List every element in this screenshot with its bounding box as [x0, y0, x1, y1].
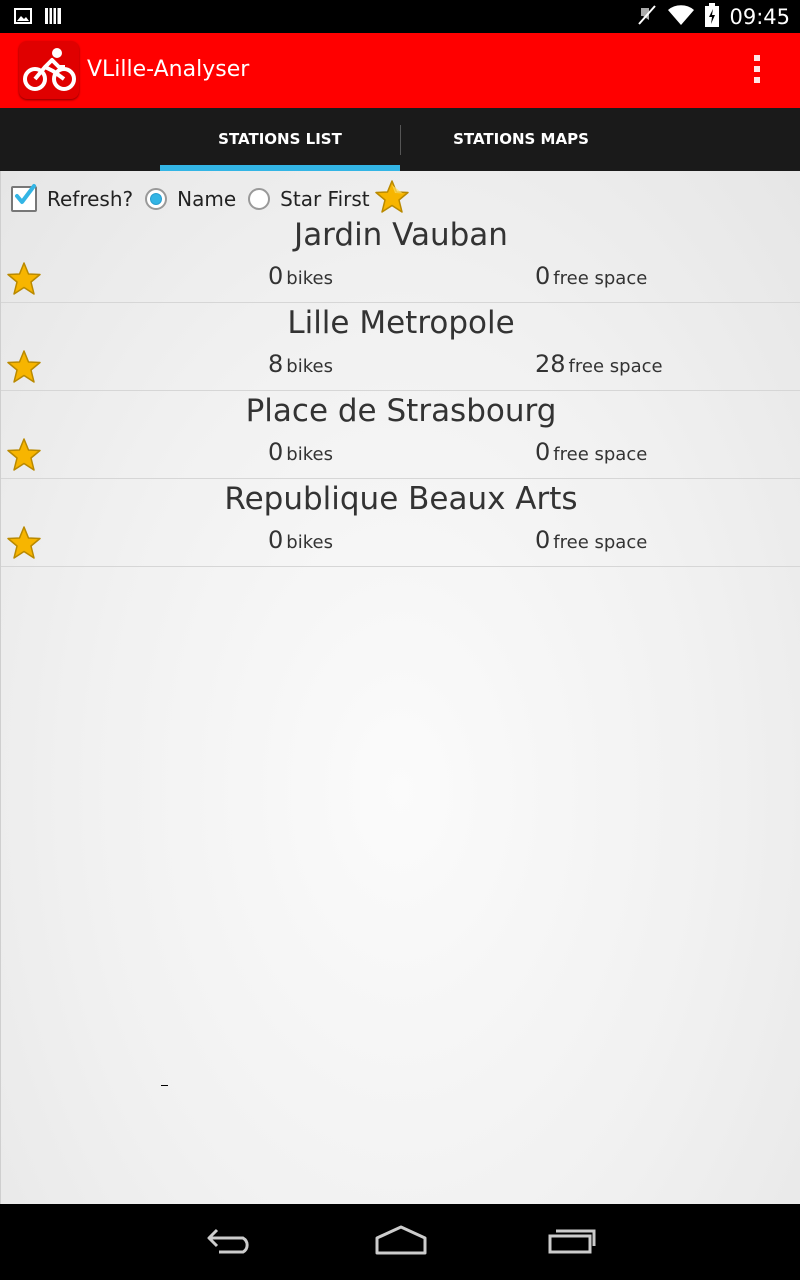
- battery-icon: [705, 3, 720, 31]
- sort-star-first-radio[interactable]: [248, 188, 271, 210]
- free-unit: free space: [553, 444, 648, 465]
- favorite-star-icon[interactable]: [6, 526, 42, 564]
- free-unit: free space: [553, 268, 648, 289]
- bikes-value: 0: [268, 526, 284, 554]
- free-value: 0: [535, 526, 551, 554]
- refresh-label: Refresh?: [47, 187, 134, 211]
- station-row[interactable]: Place de Strasbourg 0 bikes 0 free space: [1, 391, 800, 479]
- free-value: 0: [535, 262, 551, 290]
- barcode-icon: [44, 7, 62, 29]
- action-bar: VLille-Analyser: [0, 33, 800, 108]
- bikes-unit: bikes: [286, 444, 333, 465]
- star-icon: [374, 179, 410, 219]
- free-unit: free space: [553, 532, 648, 553]
- free-value: 0: [535, 438, 551, 466]
- mute-icon: [637, 4, 657, 30]
- free-space-count: 0 free space: [535, 262, 647, 290]
- bikes-count: 0 bikes: [268, 526, 333, 554]
- bikes-unit: bikes: [286, 356, 333, 377]
- bike-icon[interactable]: [19, 41, 79, 99]
- favorite-star-icon[interactable]: [6, 262, 42, 300]
- tab-stations-list[interactable]: STATIONS LIST: [160, 108, 400, 171]
- favorite-star-icon[interactable]: [6, 350, 42, 388]
- wifi-icon: [667, 4, 695, 30]
- sort-name-radio[interactable]: [145, 188, 168, 210]
- home-icon[interactable]: [374, 1224, 428, 1260]
- station-name: Place de Strasbourg: [245, 393, 557, 429]
- sort-name-label: Name: [177, 187, 237, 211]
- navigation-bar: [0, 1204, 800, 1280]
- refresh-checkbox[interactable]: [11, 184, 37, 212]
- image-icon: [14, 8, 32, 28]
- status-bar: 09:45: [0, 0, 800, 33]
- free-space-count: 28 free space: [535, 350, 663, 378]
- free-value: 28: [535, 350, 566, 378]
- clock: 09:45: [729, 5, 790, 29]
- station-name: Lille Metropole: [287, 305, 515, 341]
- station-name: Jardin Vauban: [294, 217, 508, 253]
- bikes-value: 0: [268, 438, 284, 466]
- recents-icon[interactable]: [546, 1224, 598, 1258]
- bikes-unit: bikes: [286, 532, 333, 553]
- tab-bar: STATIONS LIST STATIONS MAPS: [0, 108, 800, 171]
- bikes-count: 8 bikes: [268, 350, 333, 378]
- free-space-count: 0 free space: [535, 526, 647, 554]
- favorite-star-icon[interactable]: [6, 438, 42, 476]
- bikes-value: 0: [268, 262, 284, 290]
- filter-row: Refresh? Name Star First: [11, 179, 410, 219]
- station-row[interactable]: Lille Metropole 8 bikes 28 free space: [1, 303, 800, 391]
- tab-stations-maps[interactable]: STATIONS MAPS: [401, 108, 641, 171]
- free-unit: free space: [568, 356, 663, 377]
- artifact-mark: [161, 1085, 168, 1086]
- bikes-value: 8: [268, 350, 284, 378]
- free-space-count: 0 free space: [535, 438, 647, 466]
- bikes-count: 0 bikes: [268, 262, 333, 290]
- station-row[interactable]: Republique Beaux Arts 0 bikes 0 free space: [1, 479, 800, 567]
- app-title: VLille-Analyser: [87, 57, 250, 82]
- overflow-menu-icon[interactable]: [752, 55, 762, 87]
- station-row[interactable]: Jardin Vauban 0 bikes 0 free space: [1, 215, 800, 303]
- bikes-unit: bikes: [286, 268, 333, 289]
- sort-star-first-label: Star First: [280, 187, 370, 211]
- back-icon[interactable]: [205, 1224, 255, 1258]
- bikes-count: 0 bikes: [268, 438, 333, 466]
- station-name: Republique Beaux Arts: [224, 481, 578, 517]
- stations-list-panel: Refresh? Name Star First Jardin Vauban 0…: [0, 171, 800, 1204]
